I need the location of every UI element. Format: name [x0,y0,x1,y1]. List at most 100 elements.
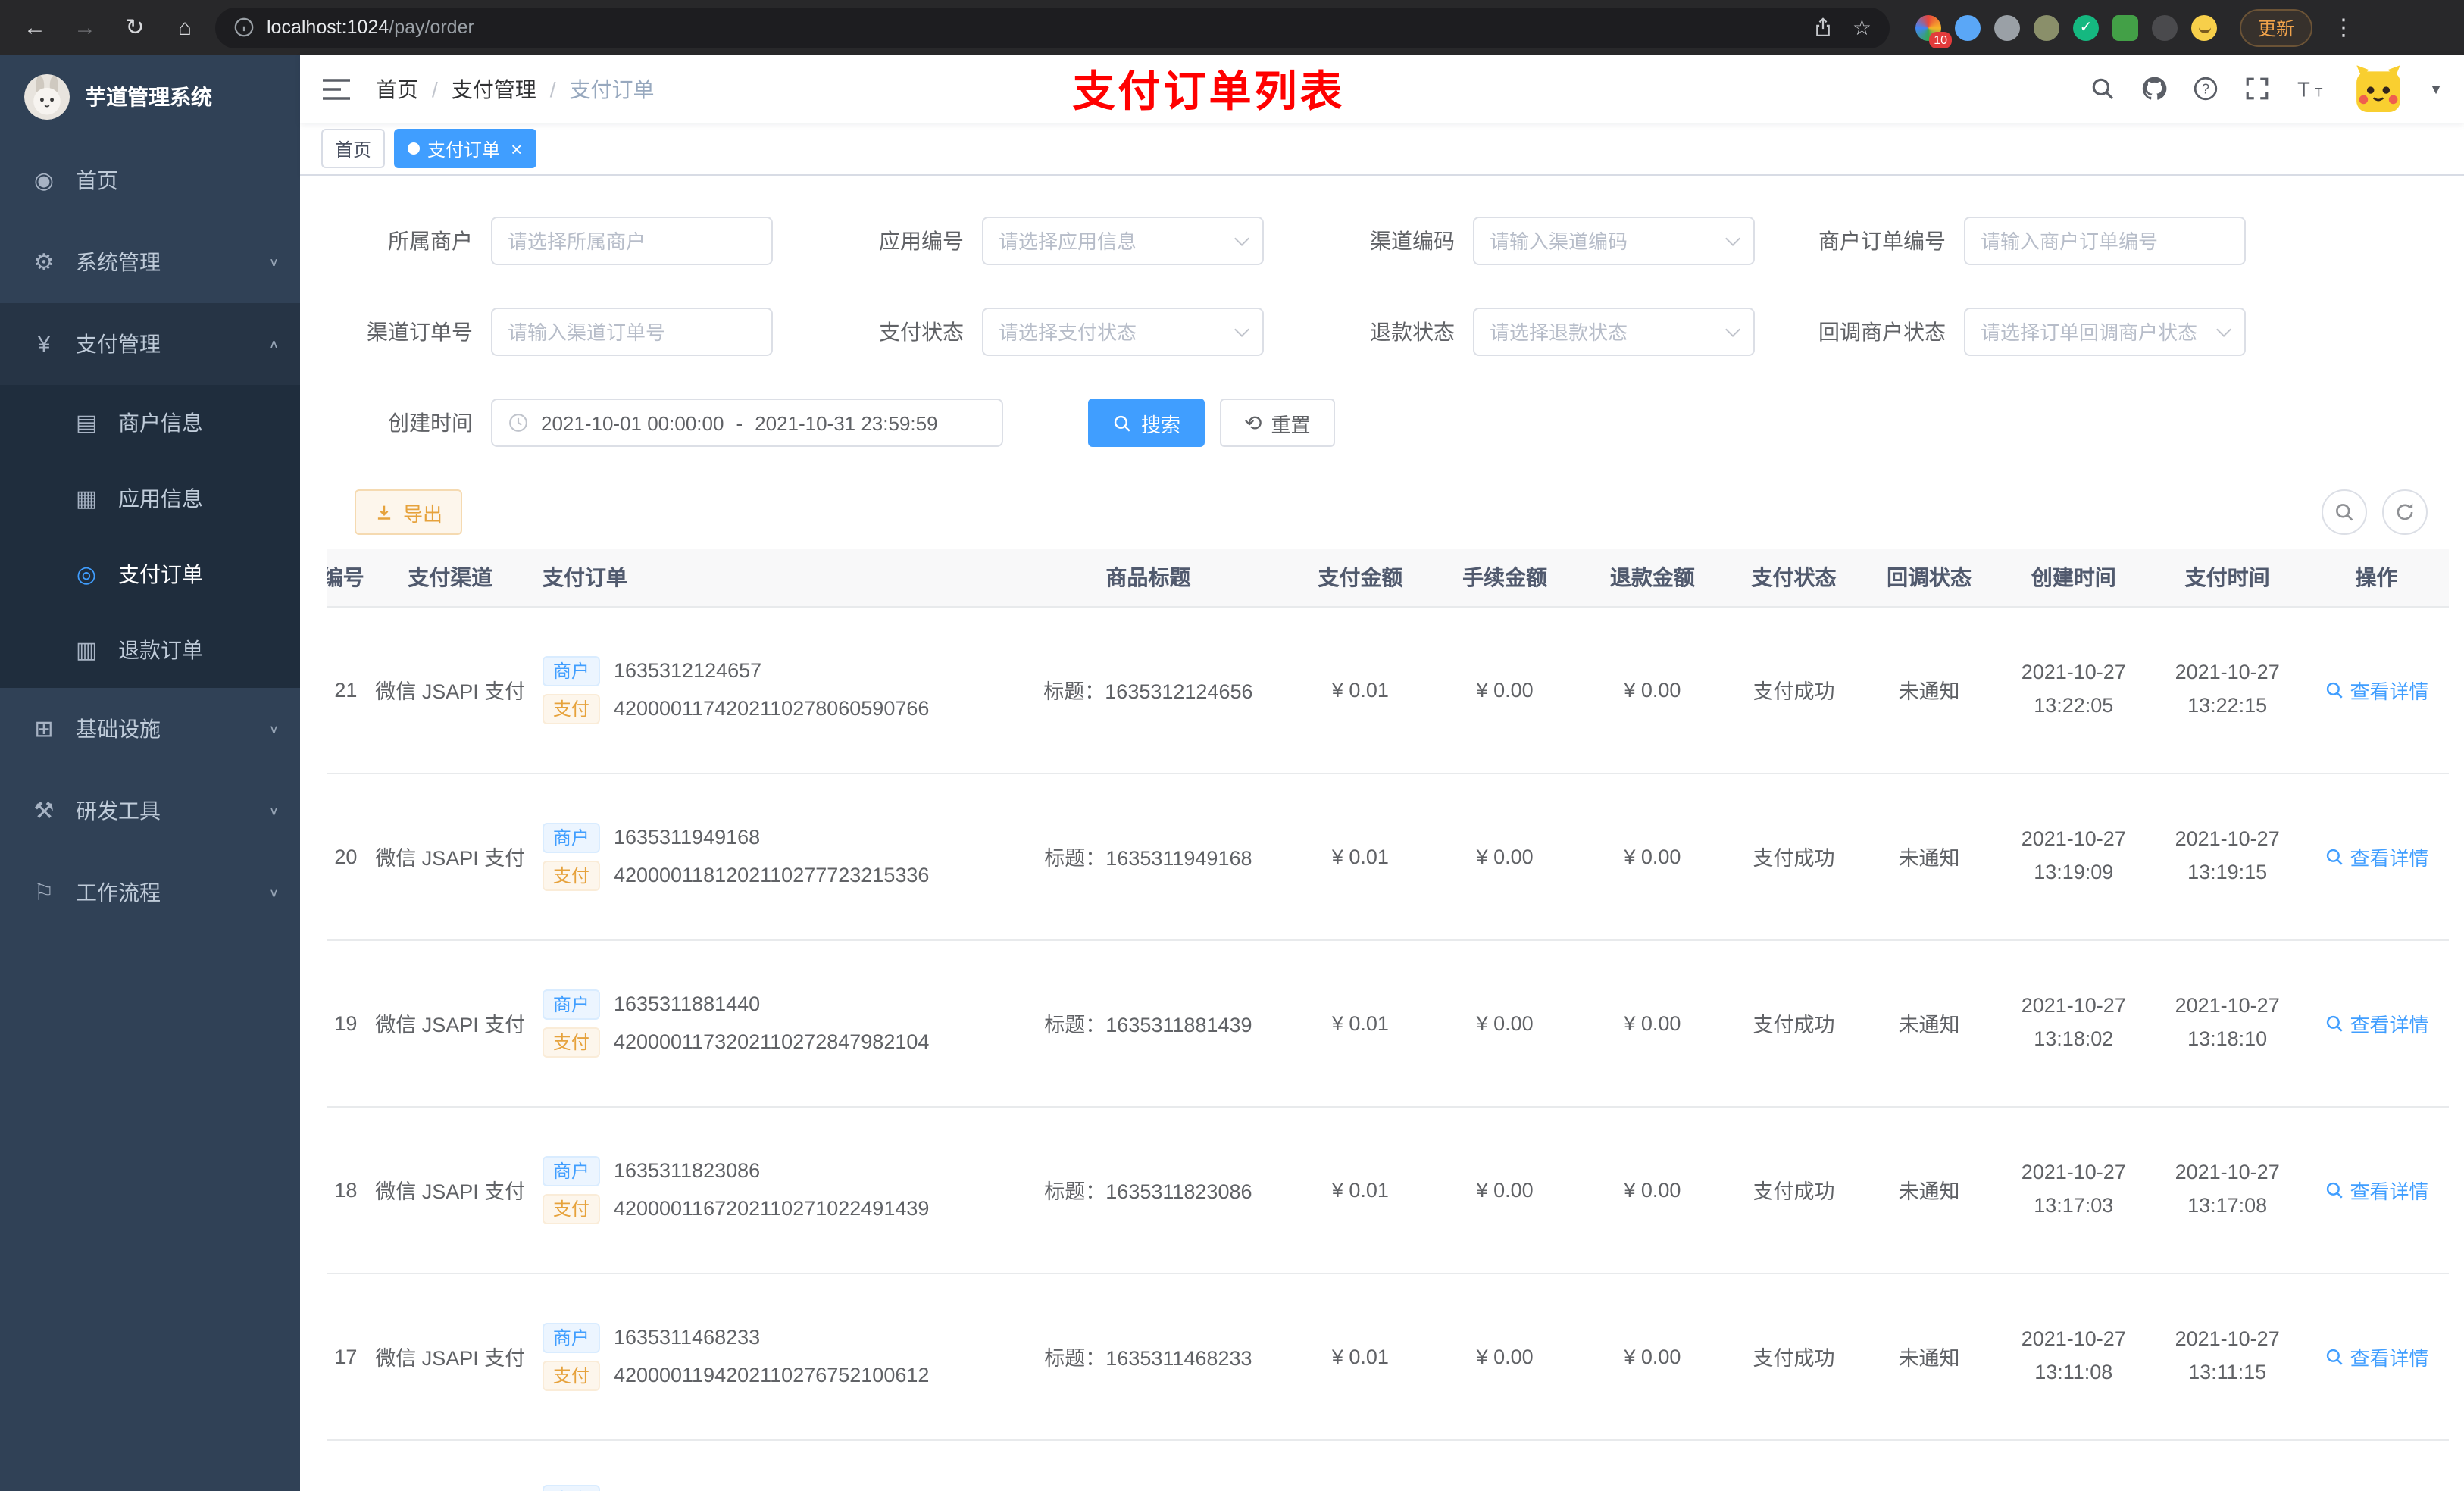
merchant-order-no-input[interactable] [1981,230,2229,252]
channel-code-select[interactable] [1473,217,1755,265]
tab-close-icon[interactable]: × [511,139,522,158]
fullscreen-icon[interactable] [2244,76,2270,102]
tab-首页[interactable]: 首页 [321,129,386,168]
user-menu-caret-icon[interactable]: ▼ [2429,81,2443,96]
refund-status-input[interactable] [1490,320,1718,343]
bookmark-star-icon[interactable]: ☆ [1853,14,1871,40]
ext-gray-icon[interactable] [1994,14,2020,40]
reload-button[interactable]: ↻ [115,8,155,47]
browser-toolbar: ← → ↻ ⌂ localhost:1024/pay/order ☆ 10 ✓ … [0,0,2464,55]
browser-window: ← → ↻ ⌂ localhost:1024/pay/order ☆ 10 ✓ … [0,0,2464,1491]
forward-button[interactable]: → [65,8,105,47]
app-no-input[interactable] [999,230,1227,252]
table-search-toggle-button[interactable] [2322,489,2367,535]
search-button[interactable]: 搜索 [1088,399,1205,447]
sidebar-item-devtools[interactable]: ⚒ 研发工具 ∨ [0,770,300,852]
svg-text:T: T [2315,86,2322,100]
cell-channel: 微信 JSAPI 支付 [364,606,536,774]
order-number: 4200001174202110278060590766 [613,697,930,720]
github-icon[interactable] [2141,76,2167,102]
sidebar-item-system[interactable]: ⚙ 系统管理 ∨ [0,221,300,303]
export-button[interactable]: 导出 [355,489,463,535]
chevron-down-icon: ∨ [268,255,279,268]
view-detail-link[interactable]: 查看详情 [2325,1342,2429,1371]
filter-label: 所属商户 [388,229,473,253]
owner-merchant-input[interactable] [491,217,773,265]
back-button[interactable]: ← [15,8,55,47]
app-grid-icon: ▦ [75,486,98,512]
sidebar-item-app-info[interactable]: ▦ 应用信息 [0,461,300,536]
cell-action: 查看详情 [2304,1273,2449,1440]
breadcrumb: 首页 / 支付管理 / 支付订单 [376,73,655,104]
tab-支付订单[interactable]: 支付订单 × [394,129,536,168]
ext-olive-icon[interactable] [2034,14,2059,40]
view-detail-link[interactable]: 查看详情 [2325,1008,2429,1037]
breadcrumb-separator: / [432,77,438,101]
view-detail-link[interactable]: 查看详情 [2325,1175,2429,1204]
create-time-range-picker[interactable]: 2021-10-01 00:00:00 - 2021-10-31 23:59:5… [491,399,1003,447]
pay-status-input[interactable] [999,320,1227,343]
cell-notify-status: 未通知 [1861,606,1997,774]
search-icon [2326,1181,2343,1198]
pay-status-select[interactable] [982,308,1264,356]
search-icon[interactable] [2090,76,2115,102]
share-icon[interactable] [1813,17,1834,38]
breadcrumb-item[interactable]: 支付管理 [452,73,536,104]
table-header-row: 编号支付渠道支付订单商品标题支付金额手续金额退款金额支付状态回调状态创建时间支付… [327,549,2449,607]
ext-blue-icon[interactable] [1955,14,1981,40]
cell-channel [364,1439,536,1491]
cell-notify-status: 未通知 [1861,939,1997,1107]
update-button[interactable]: 更新 [2240,8,2313,46]
user-avatar[interactable] [2353,64,2404,114]
notify-status-input[interactable] [1981,320,2209,343]
sidebar-item-refund-order[interactable]: ▥ 退款订单 [0,612,300,688]
cell-action [2304,1439,2449,1491]
sidebar-item-label: 应用信息 [118,486,203,511]
font-size-icon[interactable]: TT [2296,76,2328,102]
filter-app-no: 应用编号 [818,217,1264,265]
browser-profile-avatar[interactable] [2191,14,2217,40]
pay-tag: 支付 [542,693,600,724]
cell-title: 标题：1635311949168 [1006,773,1290,940]
merchant-order-no-input[interactable] [1964,217,2246,265]
refund-status-select[interactable] [1473,308,1755,356]
view-detail-link[interactable]: 查看详情 [2325,675,2429,704]
sidebar-item-pay-order[interactable]: ◎ 支付订单 [0,536,300,612]
ext-dark-icon[interactable] [2152,14,2178,40]
sidebar-item-workflow[interactable]: ⚐ 工作流程 ∨ [0,852,300,933]
sidebar-toggle-icon[interactable] [321,75,352,102]
view-detail-link[interactable]: 查看详情 [2325,842,2429,871]
help-icon[interactable]: ? [2193,76,2219,102]
ext-green-square-icon[interactable] [2112,14,2138,40]
channel-order-no-input[interactable] [491,308,773,356]
browser-menu-button[interactable]: ⋮ [2332,14,2355,41]
breadcrumb-item[interactable]: 首页 [376,73,418,104]
sidebar-item-payment[interactable]: ¥ 支付管理 ∧ [0,303,300,385]
cell-create-time [1997,1439,2151,1491]
ext-check-icon[interactable]: ✓ [2073,14,2099,40]
reset-button[interactable]: ⟲ 重置 [1220,399,1335,447]
app-logo[interactable]: 芋道管理系统 [0,55,300,139]
table-refresh-button[interactable] [2382,489,2428,535]
owner-merchant-input[interactable] [508,230,756,252]
notify-status-select[interactable] [1964,308,2246,356]
sidebar-item-merchant-info[interactable]: ▤ 商户信息 [0,385,300,461]
refresh-icon [2397,503,2413,520]
cell-order: 商户 1635311468233 支付 4200001194202110276752… [536,1273,1007,1440]
filter-channel-code: 渠道编码 [1309,217,1755,265]
order-number: 4200001173202110272847982104 [613,1030,930,1053]
home-button[interactable]: ⌂ [165,8,205,47]
cell-pay-time: 2021-10-27 13:18:10 [2150,939,2305,1107]
ext-colorful-icon[interactable]: 10 [1915,14,1952,48]
address-bar[interactable]: localhost:1024/pay/order ☆ [215,7,1890,48]
site-info-icon[interactable] [233,17,255,38]
channel-code-input[interactable] [1490,230,1718,252]
order-number: 4200001181202110277723215336 [613,864,930,886]
channel-order-no-input[interactable] [508,320,756,343]
cell-create-time: 2021-10-27 13:19:09 [1997,773,2151,940]
app-no-select[interactable] [982,217,1264,265]
cell-pay-time: 2021-10-27 13:19:15 [2150,773,2305,940]
sidebar-item-infra[interactable]: ⊞ 基础设施 ∨ [0,688,300,770]
sidebar-item-home[interactable]: ◉ 首页 [0,139,300,221]
navbar-actions: ? TT ▼ [2090,64,2443,114]
